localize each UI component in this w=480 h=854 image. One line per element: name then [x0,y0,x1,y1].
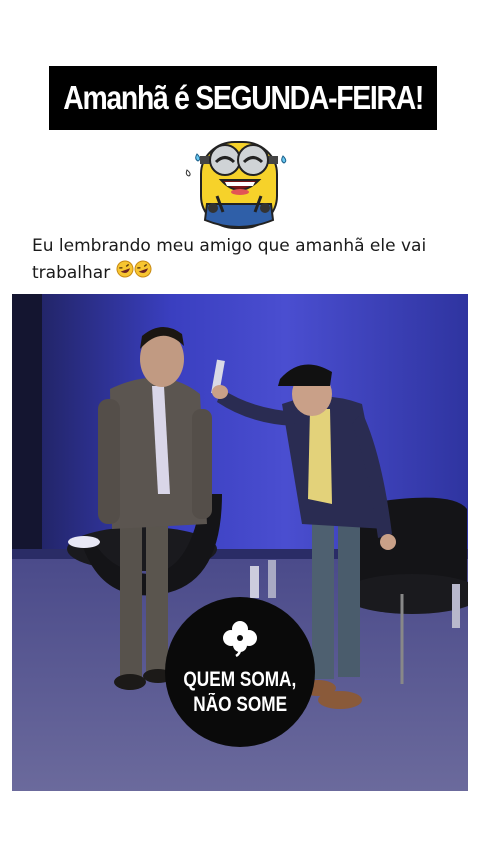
title-banner: Amanhã é SEGUNDA-FEIRA! [49,66,437,130]
quem-soma-badge: QUEM SOMA, NÃO SOME [165,597,315,747]
title-text: Amanhã é SEGUNDA-FEIRA! [63,79,424,116]
clover-icon [221,619,259,658]
caption-text: Eu lembrando meu amigo que amanhã ele va… [32,236,427,283]
rolling-on-floor-laughing-icon [116,259,152,287]
badge-line-2: NÃO SOME [193,693,287,716]
badge-line-1: QUEM SOMA, [183,668,297,691]
caption: Eu lembrando meu amigo que amanhã ele va… [32,234,462,287]
laughing-minion-icon [183,134,295,230]
